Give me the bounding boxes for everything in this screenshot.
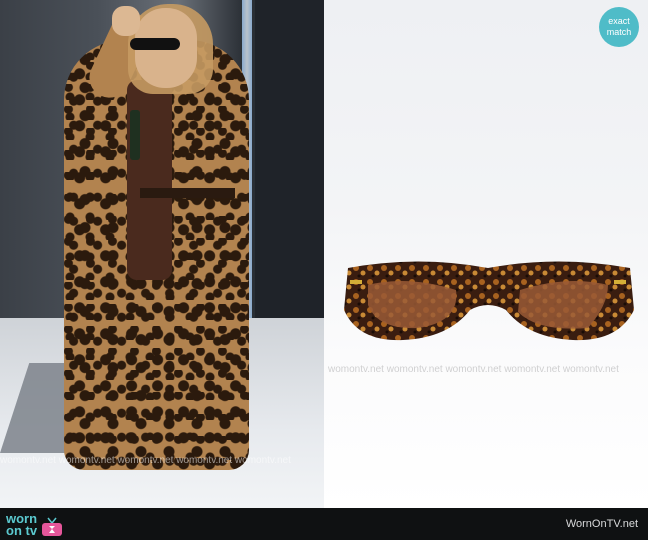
bottle <box>130 110 140 160</box>
tv-icon <box>42 517 63 536</box>
outfit-photo: womontv.net womontv.net womontv.net womo… <box>0 0 324 508</box>
sunglasses-product <box>344 261 634 341</box>
exact-match-badge[interactable]: exact match <box>599 7 639 47</box>
site-name[interactable]: WornOnTV.net <box>566 518 638 530</box>
watermark-right: womontv.net womontv.net womontv.net womo… <box>328 364 619 375</box>
badge-line2: match <box>606 27 632 37</box>
belt <box>140 188 235 198</box>
worn-sunglasses <box>130 38 180 50</box>
badge-line1: exact <box>608 16 630 26</box>
hand <box>112 6 140 36</box>
door-frame <box>255 0 324 360</box>
watermark-left: womontv.net womontv.net womontv.net womo… <box>0 455 291 466</box>
logo-text-ontv: on tv <box>6 523 38 538</box>
wornontv-logo[interactable]: worn on tv <box>6 511 63 537</box>
footer-bar: worn on tv WornOnTV.net <box>0 508 648 540</box>
